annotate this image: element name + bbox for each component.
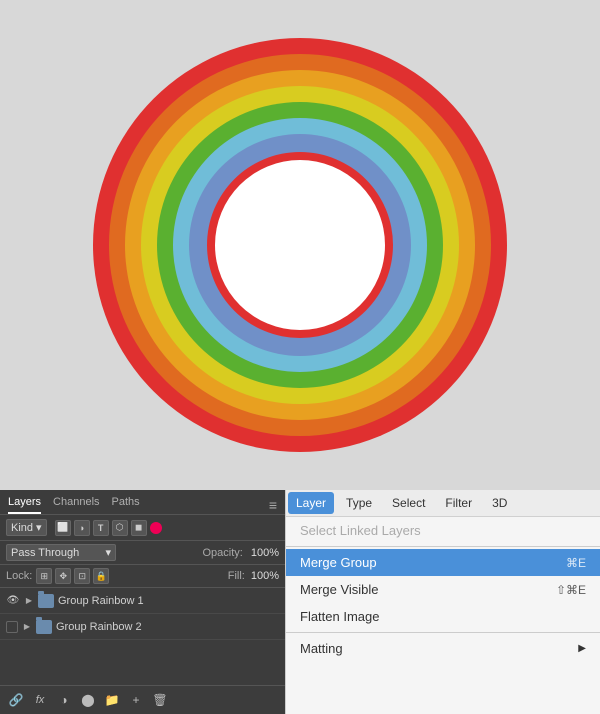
layer-bottom-icons: 🔗 fx ◑ ⬤ 📁 + 🗑 — [0, 685, 285, 714]
menu-3d[interactable]: 3D — [482, 490, 517, 516]
kind-smart-icon[interactable]: ◼ — [131, 520, 147, 536]
mask-icon[interactable]: ⬤ — [78, 690, 98, 710]
kind-chevron: ▾ — [36, 521, 42, 534]
menu-divider-1 — [286, 546, 600, 547]
folder-icon-2 — [36, 620, 52, 634]
menu-select-linked: Select Linked Layers — [286, 517, 600, 544]
layer-item-2[interactable]: ▶ Group Rainbow 2 — [0, 614, 285, 640]
bottom-panel: Layers Channels Paths ≡ Kind ▾ ⬜ ◑ T ⬡ ◼ — [0, 490, 600, 714]
lock-label: Lock: — [6, 570, 32, 582]
fill-value[interactable]: 100% — [251, 570, 279, 582]
menu-type[interactable]: Type — [336, 490, 382, 516]
kind-row: Kind ▾ ⬜ ◑ T ⬡ ◼ — [0, 515, 285, 541]
tab-paths[interactable]: Paths — [112, 496, 140, 514]
merge-visible-shortcut: ⇧⌘E — [556, 583, 586, 597]
fx-icon[interactable]: fx — [30, 690, 50, 710]
lock-row: Lock: ⊞ ✥ ⊡ 🔒 Fill: 100% — [0, 565, 285, 588]
merge-group-shortcut: ⌘E — [566, 556, 586, 570]
menu-bar: Layer Type Select Filter 3D — [286, 490, 600, 517]
opacity-label: Opacity: — [203, 547, 243, 559]
menu-layer[interactable]: Layer — [288, 492, 334, 514]
trash-icon[interactable]: 🗑 — [150, 690, 170, 710]
layer-check-2[interactable] — [6, 621, 18, 633]
layers-tabs: Layers Channels Paths ≡ — [0, 490, 285, 515]
context-menu: Select Linked Layers Merge Group ⌘E Merg… — [286, 517, 600, 662]
kind-icons: ⬜ ◑ T ⬡ ◼ — [55, 520, 162, 536]
kind-type-icon[interactable]: T — [93, 520, 109, 536]
layers-menu-icon[interactable]: ≡ — [269, 497, 277, 513]
layer-item-1[interactable]: 👁 ▶ Group Rainbow 1 — [0, 588, 285, 614]
tab-layers[interactable]: Layers — [8, 496, 41, 514]
kind-adjustment-icon[interactable]: ◑ — [74, 520, 90, 536]
layers-panel: Layers Channels Paths ≡ Kind ▾ ⬜ ◑ T ⬡ ◼ — [0, 490, 285, 714]
menu-matting[interactable]: Matting ▶ — [286, 635, 600, 662]
kind-pixel-icon[interactable]: ⬜ — [55, 520, 71, 536]
tab-channels[interactable]: Channels — [53, 496, 99, 514]
expand-arrow-1[interactable]: ▶ — [24, 596, 34, 606]
adjustment-icon[interactable]: ◑ — [54, 690, 74, 710]
new-layer-icon[interactable]: + — [126, 690, 146, 710]
layer-name-2: Group Rainbow 2 — [56, 621, 279, 633]
passthrough-chevron: ▾ — [105, 546, 111, 559]
menu-flatten-image[interactable]: Flatten Image — [286, 603, 600, 630]
menu-merge-group[interactable]: Merge Group ⌘E — [286, 549, 600, 576]
menu-filter[interactable]: Filter — [435, 490, 482, 516]
menu-merge-visible[interactable]: Merge Visible ⇧⌘E — [286, 576, 600, 603]
lock-move-icon[interactable]: ✥ — [55, 568, 71, 584]
lock-artboard-icon[interactable]: ⊡ — [74, 568, 90, 584]
passthrough-dropdown[interactable]: Pass Through ▾ — [6, 544, 116, 561]
lock-lock-icon[interactable]: 🔒 — [93, 568, 109, 584]
fill-label: Fill: — [228, 570, 245, 582]
eye-icon-1[interactable]: 👁 — [6, 594, 20, 608]
menu-panel: Layer Type Select Filter 3D Select Linke… — [285, 490, 600, 714]
matting-arrow: ▶ — [578, 643, 586, 654]
group-icon[interactable]: 📁 — [102, 690, 122, 710]
canvas-area — [0, 0, 600, 490]
menu-divider-2 — [286, 632, 600, 633]
lock-icons: ⊞ ✥ ⊡ 🔒 — [36, 568, 109, 584]
kind-dropdown[interactable]: Kind ▾ — [6, 519, 47, 536]
rainbow-image — [90, 35, 510, 455]
menu-select[interactable]: Select — [382, 490, 435, 516]
kind-dot-icon[interactable] — [150, 522, 162, 534]
folder-icon-1 — [38, 594, 54, 608]
passthrough-row: Pass Through ▾ Opacity: 100% — [0, 541, 285, 565]
expand-arrow-2[interactable]: ▶ — [22, 622, 32, 632]
kind-shape-icon[interactable]: ⬡ — [112, 520, 128, 536]
passthrough-label: Pass Through — [11, 547, 79, 559]
link-icon[interactable]: 🔗 — [6, 690, 26, 710]
kind-label: Kind — [11, 522, 33, 534]
layer-name-1: Group Rainbow 1 — [58, 595, 279, 607]
opacity-value[interactable]: 100% — [251, 547, 279, 559]
lock-checkers-icon[interactable]: ⊞ — [36, 568, 52, 584]
